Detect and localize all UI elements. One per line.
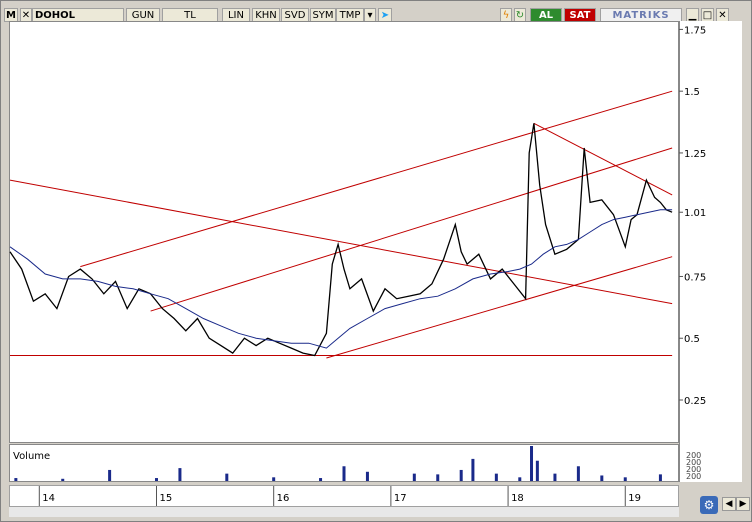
volume-bar	[471, 458, 475, 481]
volume-tick-label: 200	[686, 472, 701, 481]
volume-bar	[518, 477, 522, 481]
y-tick-label: 1.01	[684, 208, 706, 219]
moving-average-line	[9, 209, 673, 349]
volume-bar	[154, 478, 158, 481]
volume-bar	[61, 478, 65, 481]
volume-bar	[576, 466, 580, 481]
y-tick-label: 0.75	[684, 272, 706, 283]
volume-bar	[319, 478, 323, 481]
x-tick-label: 17	[394, 493, 407, 504]
volume-bar	[535, 460, 539, 481]
volume-bar	[178, 468, 182, 481]
price-chart: 0.250.50.751.011.251.51.75 14 15 16 17 18 19 …	[9, 25, 706, 506]
y-tick-label: 1.75	[684, 25, 706, 36]
volume-bar	[658, 474, 662, 481]
settings-icon[interactable]: ⚙	[700, 496, 718, 514]
scroll-right-icon[interactable]: ▶	[736, 497, 750, 511]
volume-bar	[623, 477, 627, 481]
volume-bar	[553, 473, 557, 481]
price-line	[9, 123, 673, 357]
volume-bar	[412, 473, 416, 481]
volume-bar	[600, 475, 604, 481]
volume-bar	[108, 469, 112, 481]
trendline-5	[533, 122, 673, 196]
x-tick-label: 18	[511, 493, 524, 504]
y-tick-label: 0.5	[684, 334, 700, 345]
y-tick-label: 0.25	[684, 396, 706, 407]
volume-bar	[365, 471, 369, 481]
scroll-left-icon[interactable]: ◀	[722, 497, 736, 511]
volume-label: Volume	[13, 451, 50, 462]
volume-bar	[459, 469, 463, 481]
x-tick-label: 15	[159, 493, 172, 504]
x-tick-label: 19	[628, 493, 641, 504]
volume-bar	[225, 473, 229, 481]
volume-bar	[342, 466, 346, 481]
volume-bar	[494, 473, 498, 481]
volume-bar	[530, 446, 534, 481]
y-tick-label: 1.25	[684, 149, 706, 160]
y-tick-label: 1.5	[684, 87, 700, 98]
volume-bar	[272, 477, 276, 481]
x-tick-label: 16	[277, 493, 290, 504]
volume-bar	[436, 474, 440, 481]
x-tick-label: 14	[42, 493, 55, 504]
volume-bar	[14, 478, 18, 481]
